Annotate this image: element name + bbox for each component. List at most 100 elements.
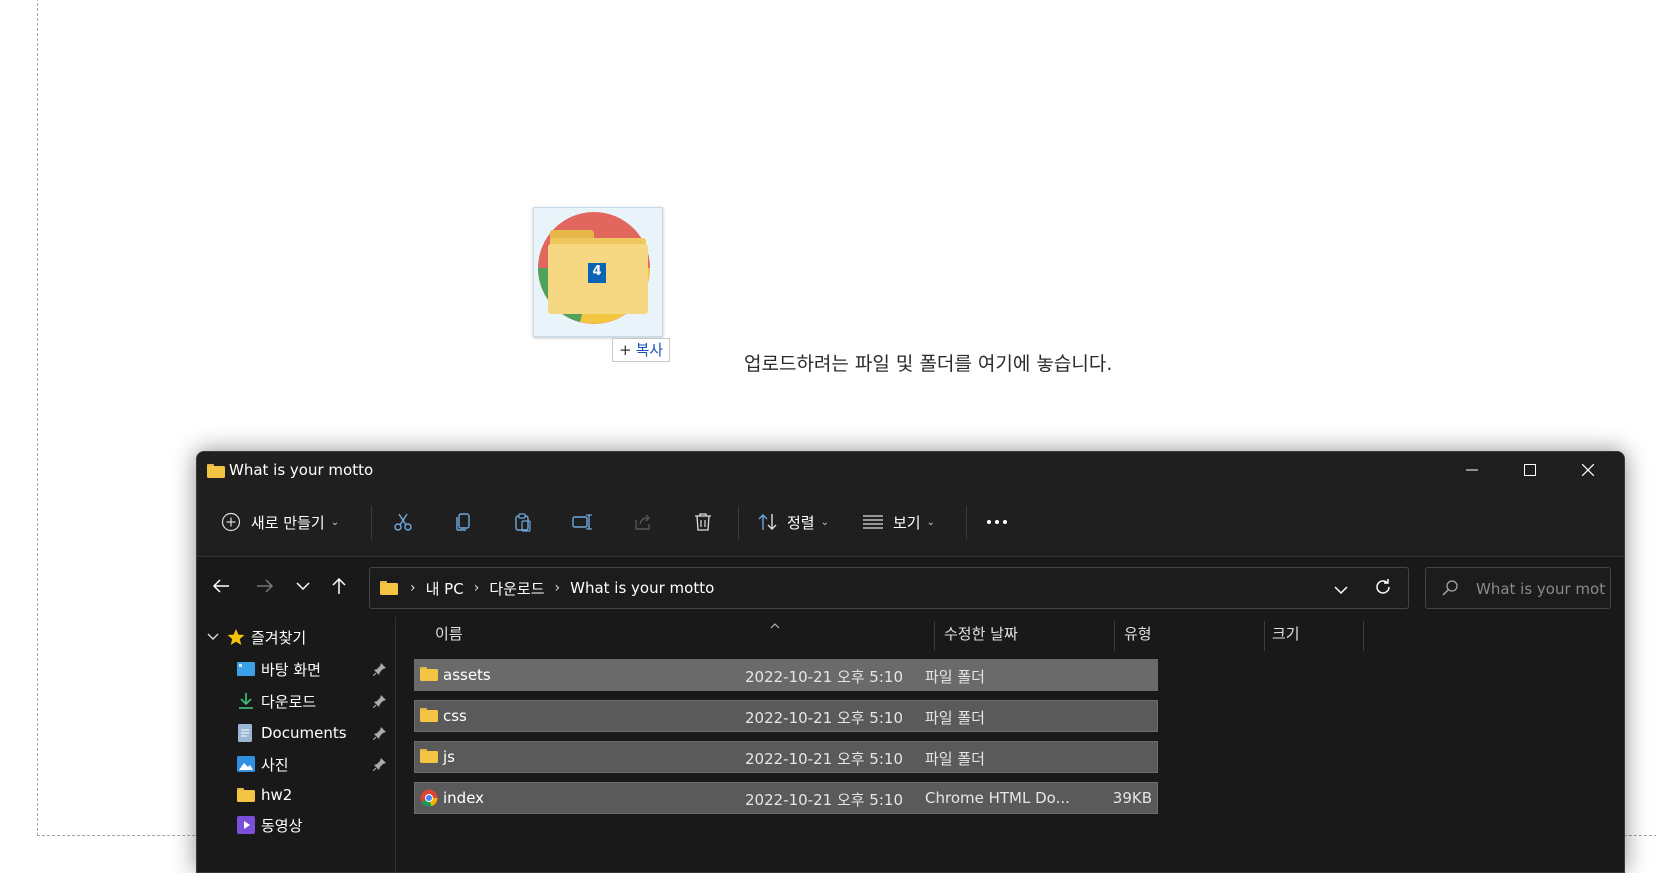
copy-label: 복사 xyxy=(635,341,664,359)
new-button-label: 새로 만들기 xyxy=(250,513,325,532)
new-button[interactable]: 새로 만들기 ⌄ xyxy=(211,502,349,542)
sidebar-item-documents[interactable]: Documents xyxy=(237,719,347,747)
column-header-label: 크기 xyxy=(1272,624,1300,643)
address-history-button[interactable] xyxy=(1334,580,1348,599)
drag-preview: 4 xyxy=(533,207,663,337)
breadcrumb-item[interactable]: What is your motto xyxy=(570,579,714,597)
sidebar-item-pictures[interactable]: 사진 xyxy=(237,750,289,778)
sidebar-item-videos[interactable]: 동영상 xyxy=(237,811,302,839)
view-list-icon xyxy=(863,515,883,529)
column-header-size[interactable]: 크기 xyxy=(1272,617,1300,649)
sidebar-item-label: 동영상 xyxy=(261,816,303,835)
title-bar[interactable]: What is your motto xyxy=(197,452,1624,488)
toolbar-divider xyxy=(371,506,372,540)
sidebar-favorites[interactable]: 즐겨찾기 xyxy=(207,623,306,651)
column-divider[interactable] xyxy=(1114,621,1115,651)
paste-icon xyxy=(515,513,531,532)
file-name: assets xyxy=(443,666,491,684)
chevron-right-icon: › xyxy=(410,580,416,596)
file-row[interactable]: css 2022-10-21 오후 5:10 파일 폴더 xyxy=(414,700,1158,732)
file-type: 파일 폴더 xyxy=(925,709,985,727)
file-modified: 2022-10-21 오후 5:10 xyxy=(745,709,903,727)
recent-locations-button[interactable] xyxy=(287,570,319,602)
chevron-down-icon: ⌄ xyxy=(330,516,340,528)
cut-button[interactable] xyxy=(383,502,423,542)
column-header-modified[interactable]: 수정한 날짜 xyxy=(944,617,1018,649)
copy-button[interactable] xyxy=(443,502,483,542)
sort-label: 정렬 xyxy=(787,513,815,532)
plus-icon: + xyxy=(619,341,632,359)
column-header-label: 수정한 날짜 xyxy=(944,624,1018,643)
more-icon xyxy=(987,520,1007,524)
file-type: 파일 폴더 xyxy=(925,750,985,768)
file-name: index xyxy=(443,789,485,807)
search-input[interactable] xyxy=(1474,576,1608,602)
column-header-type[interactable]: 유형 xyxy=(1124,617,1152,649)
chrome-icon xyxy=(420,789,438,807)
file-size: 39KB xyxy=(1112,789,1152,807)
file-type: Chrome HTML Do... xyxy=(925,789,1070,807)
sidebar-item-label: hw2 xyxy=(261,786,293,804)
file-list: 이름 수정한 날짜 유형 크기 assets 2022-10-21 오후 5:1… xyxy=(396,617,1624,872)
rename-button[interactable] xyxy=(563,502,603,542)
breadcrumb-item[interactable]: 내 PC xyxy=(426,578,464,599)
column-divider[interactable] xyxy=(934,621,935,651)
column-header-label: 이름 xyxy=(435,624,463,643)
dropzone-hint: 업로드하려는 파일 및 폴더를 여기에 놓습니다. xyxy=(744,353,1113,375)
column-divider[interactable] xyxy=(1264,621,1265,651)
file-explorer-window[interactable]: What is your motto 새로 만들기 ⌄ 정렬 ⌄ 보기 ⌄ › … xyxy=(196,451,1625,873)
folder-icon xyxy=(237,788,255,802)
folder-icon xyxy=(420,708,438,722)
folder-icon xyxy=(420,667,438,681)
sidebar-item-hw2[interactable]: hw2 xyxy=(237,781,292,809)
column-header-name[interactable]: 이름 xyxy=(435,617,463,649)
share-button[interactable] xyxy=(623,502,663,542)
pin-icon xyxy=(373,758,386,771)
file-row[interactable]: assets 2022-10-21 오후 5:10 파일 폴더 xyxy=(414,659,1158,691)
plus-circle-icon xyxy=(221,512,241,532)
delete-button[interactable] xyxy=(683,502,723,542)
close-button[interactable] xyxy=(1559,452,1617,488)
search-box[interactable] xyxy=(1425,567,1611,609)
chevron-down-icon: ⌄ xyxy=(926,516,935,528)
address-bar[interactable]: › 내 PC › 다운로드 › What is your motto xyxy=(369,567,1409,609)
chevron-down-icon xyxy=(207,633,219,640)
breadcrumb-item[interactable]: 다운로드 xyxy=(489,578,544,599)
sort-button[interactable]: 정렬 ⌄ xyxy=(751,502,835,542)
chevron-down-icon: ⌄ xyxy=(820,516,829,528)
copy-icon xyxy=(456,513,470,531)
file-row[interactable]: js 2022-10-21 오후 5:10 파일 폴더 xyxy=(414,741,1158,773)
more-options-button[interactable] xyxy=(977,502,1017,542)
video-icon xyxy=(237,816,255,834)
close-icon xyxy=(1582,464,1594,476)
sidebar-item-downloads[interactable]: 다운로드 xyxy=(237,687,316,715)
file-type: 파일 폴더 xyxy=(925,668,985,686)
pin-icon xyxy=(373,727,386,740)
back-button[interactable] xyxy=(205,570,237,602)
download-icon xyxy=(239,693,253,709)
maximize-button[interactable] xyxy=(1501,452,1559,488)
file-row[interactable]: index 2022-10-21 오후 5:10 Chrome HTML Do.… xyxy=(414,782,1158,814)
navigation-pane: 즐겨찾기 바탕 화면 다운로드 Documents 사진 hw2 동영상 xyxy=(197,617,396,872)
forward-button[interactable] xyxy=(249,570,281,602)
paste-button[interactable] xyxy=(503,502,543,542)
search-icon xyxy=(1442,580,1458,596)
toolbar-divider xyxy=(738,506,739,540)
file-modified: 2022-10-21 오후 5:10 xyxy=(745,668,903,686)
drag-count-badge: 4 xyxy=(592,264,602,279)
trash-icon xyxy=(695,513,711,531)
minimize-button[interactable] xyxy=(1443,452,1501,488)
sort-icon xyxy=(758,514,777,530)
column-divider[interactable] xyxy=(1363,621,1364,651)
arrow-up-icon xyxy=(332,577,346,594)
up-button[interactable] xyxy=(323,570,355,602)
desktop-icon xyxy=(237,662,255,676)
refresh-button[interactable] xyxy=(1374,578,1392,600)
navigation-bar: › 내 PC › 다운로드 › What is your motto xyxy=(197,557,1624,617)
sidebar-item-label: Documents xyxy=(261,724,347,742)
chevron-down-icon xyxy=(296,582,310,591)
arrow-right-icon xyxy=(257,579,274,593)
chevron-down-icon xyxy=(1334,586,1348,595)
rename-icon xyxy=(572,514,592,530)
view-button[interactable]: 보기 ⌄ xyxy=(857,502,941,542)
